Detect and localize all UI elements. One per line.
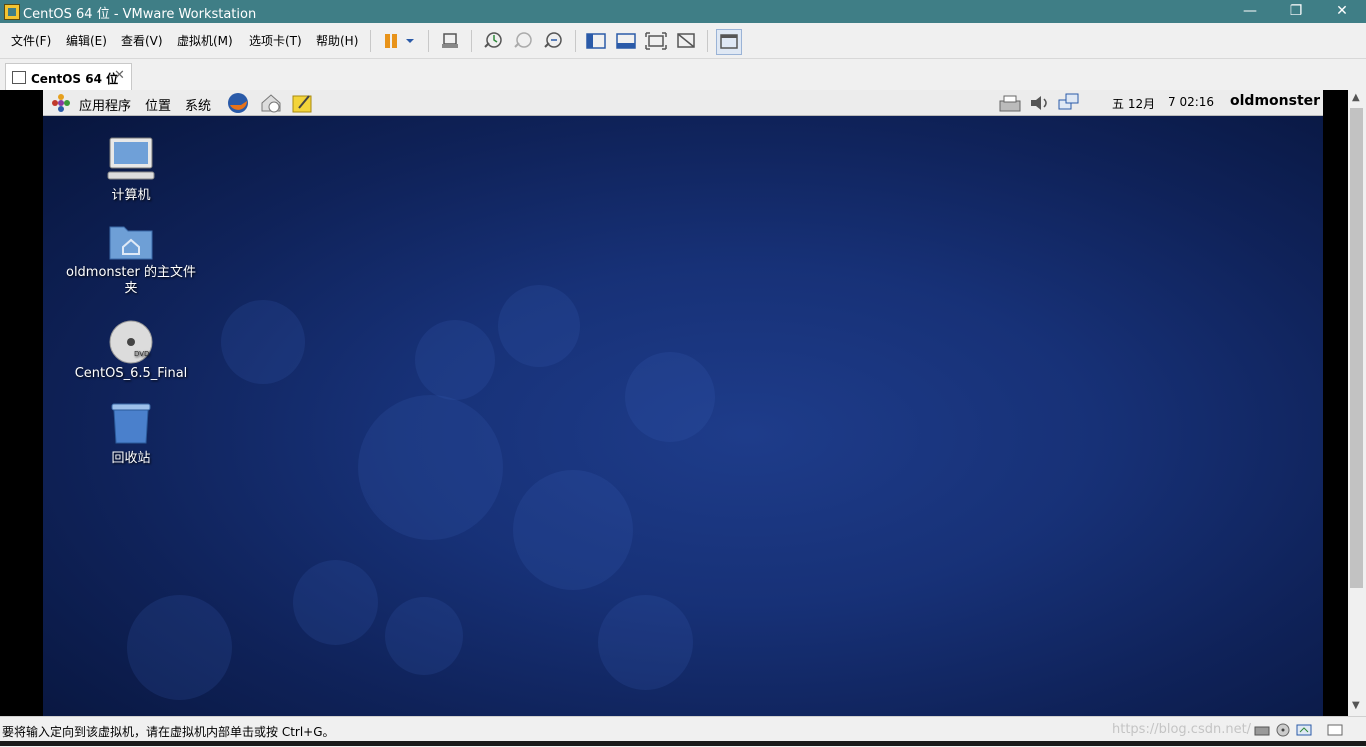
vmware-window: CentOS 64 位 - VMware Workstation — ❐ ✕ 文… bbox=[0, 0, 1366, 747]
close-button[interactable]: ✕ bbox=[1319, 0, 1365, 23]
toolbar-separator bbox=[428, 30, 429, 52]
panel-date[interactable]: 五 12月 bbox=[1112, 95, 1155, 112]
panel-time[interactable]: 7 02:16 bbox=[1168, 95, 1214, 109]
desktop-icon-label: 回收站 bbox=[111, 451, 151, 466]
toolbar-separator bbox=[471, 30, 472, 52]
desktop-icon-dvd[interactable]: DVD CentOS_6.5_Final bbox=[61, 320, 201, 381]
menu-help[interactable]: 帮助(H) bbox=[316, 32, 358, 49]
tab-label: CentOS 64 位 bbox=[31, 72, 119, 86]
bokeh-decoration bbox=[358, 395, 503, 540]
window-title: CentOS 64 位 - VMware Workstation bbox=[23, 7, 257, 22]
bokeh-decoration bbox=[513, 470, 633, 590]
svg-text:DVD: DVD bbox=[134, 350, 149, 358]
menu-toolbar: 文件(F) 编辑(E) 查看(V) 虚拟机(M) 选项卡(T) 帮助(H) bbox=[0, 23, 1366, 59]
bokeh-decoration bbox=[415, 320, 495, 400]
notes-editor-icon[interactable] bbox=[291, 92, 313, 114]
desktop-icon-home-folder[interactable]: oldmonster 的主文件夹 bbox=[61, 221, 201, 297]
vmware-app-icon bbox=[4, 4, 20, 20]
panel-user[interactable]: oldmonster bbox=[1230, 93, 1320, 109]
menu-view[interactable]: 查看(V) bbox=[121, 32, 163, 49]
taskbar-edge bbox=[0, 741, 1366, 746]
network-adapter-icon[interactable] bbox=[1296, 722, 1312, 736]
tab-centos[interactable]: CentOS 64 位 ✕ bbox=[5, 63, 132, 90]
dropdown-icon[interactable] bbox=[402, 29, 418, 53]
send-ctrl-alt-del-icon[interactable] bbox=[438, 29, 462, 53]
bokeh-decoration bbox=[625, 352, 715, 442]
console-view-icon[interactable] bbox=[716, 29, 742, 55]
restore-button[interactable]: ❐ bbox=[1273, 0, 1319, 23]
gnome-panel: 应用程序 位置 系统 五 12月 7 02:16 oldmonster bbox=[43, 90, 1323, 116]
volume-icon[interactable] bbox=[1029, 93, 1051, 113]
full-screen-icon[interactable] bbox=[644, 29, 668, 53]
scroll-down-icon[interactable]: ▼ bbox=[1352, 700, 1360, 711]
pause-icon[interactable] bbox=[380, 29, 404, 53]
scrollbar-thumb[interactable] bbox=[1350, 108, 1363, 588]
toolbar-separator bbox=[707, 30, 708, 52]
vertical-scrollbar[interactable]: ▲ ▼ bbox=[1348, 90, 1366, 716]
desktop-icon-trash[interactable]: 回收站 bbox=[61, 401, 201, 466]
snapshot-icon[interactable] bbox=[481, 29, 505, 53]
menu-vm[interactable]: 虚拟机(M) bbox=[177, 32, 233, 49]
bokeh-decoration bbox=[127, 595, 232, 700]
title-bar: CentOS 64 位 - VMware Workstation — ❐ ✕ bbox=[0, 0, 1366, 23]
bokeh-decoration bbox=[498, 285, 580, 367]
hard-disk-icon[interactable] bbox=[1254, 722, 1270, 736]
desktop-icon-label: 计算机 bbox=[111, 188, 151, 203]
tab-close-icon[interactable]: ✕ bbox=[114, 68, 125, 83]
vm-icon bbox=[12, 71, 26, 84]
scroll-up-icon[interactable]: ▲ bbox=[1352, 92, 1360, 103]
panel-menu-places[interactable]: 位置 bbox=[145, 95, 171, 114]
dvd-icon: DVD bbox=[108, 320, 154, 364]
network-printer-icon[interactable] bbox=[998, 93, 1022, 113]
bokeh-decoration bbox=[293, 560, 378, 645]
bokeh-decoration bbox=[221, 300, 305, 384]
revert-snapshot-icon[interactable] bbox=[511, 29, 535, 53]
desktop-icon-label: CentOS_6.5_Final bbox=[74, 366, 188, 381]
show-library-icon[interactable] bbox=[584, 29, 608, 53]
desktop-icon-computer[interactable]: 计算机 bbox=[61, 136, 201, 203]
snapshot-manager-icon[interactable] bbox=[541, 29, 565, 53]
panel-menu-applications[interactable]: 应用程序 bbox=[79, 95, 131, 114]
panel-menu-system[interactable]: 系统 bbox=[185, 95, 211, 114]
cd-dvd-icon[interactable] bbox=[1275, 722, 1291, 737]
toolbar-separator bbox=[370, 30, 371, 52]
minimize-button[interactable]: — bbox=[1227, 0, 1273, 23]
menu-edit[interactable]: 编辑(E) bbox=[66, 32, 107, 49]
message-log-icon[interactable] bbox=[1327, 722, 1343, 736]
toolbar-separator bbox=[575, 30, 576, 52]
menu-tabs[interactable]: 选项卡(T) bbox=[249, 32, 302, 49]
tab-strip: CentOS 64 位 ✕ bbox=[0, 59, 1366, 90]
status-message: 要将输入定向到该虚拟机，请在虚拟机内部单击或按 Ctrl+G。 bbox=[2, 725, 335, 739]
mail-clock-icon[interactable] bbox=[259, 91, 283, 115]
gnome-foot-icon[interactable] bbox=[51, 93, 71, 113]
watermark-text: https://blog.csdn.net/ bbox=[1112, 722, 1252, 737]
trash-icon bbox=[109, 401, 153, 445]
desktop-icon-label: oldmonster 的主文件夹 bbox=[65, 265, 197, 296]
thumbnail-bar-icon[interactable] bbox=[614, 29, 638, 53]
firefox-icon[interactable] bbox=[226, 91, 250, 115]
computer-icon bbox=[106, 136, 156, 182]
guest-desktop[interactable]: 应用程序 位置 系统 五 12月 7 02:16 oldmonster 计算机 … bbox=[43, 90, 1323, 716]
unity-icon[interactable] bbox=[674, 29, 698, 53]
menu-file[interactable]: 文件(F) bbox=[11, 32, 51, 49]
bokeh-decoration bbox=[385, 597, 463, 675]
network-icon[interactable] bbox=[1057, 92, 1081, 114]
home-folder-icon bbox=[108, 221, 154, 263]
bokeh-decoration bbox=[598, 595, 693, 690]
